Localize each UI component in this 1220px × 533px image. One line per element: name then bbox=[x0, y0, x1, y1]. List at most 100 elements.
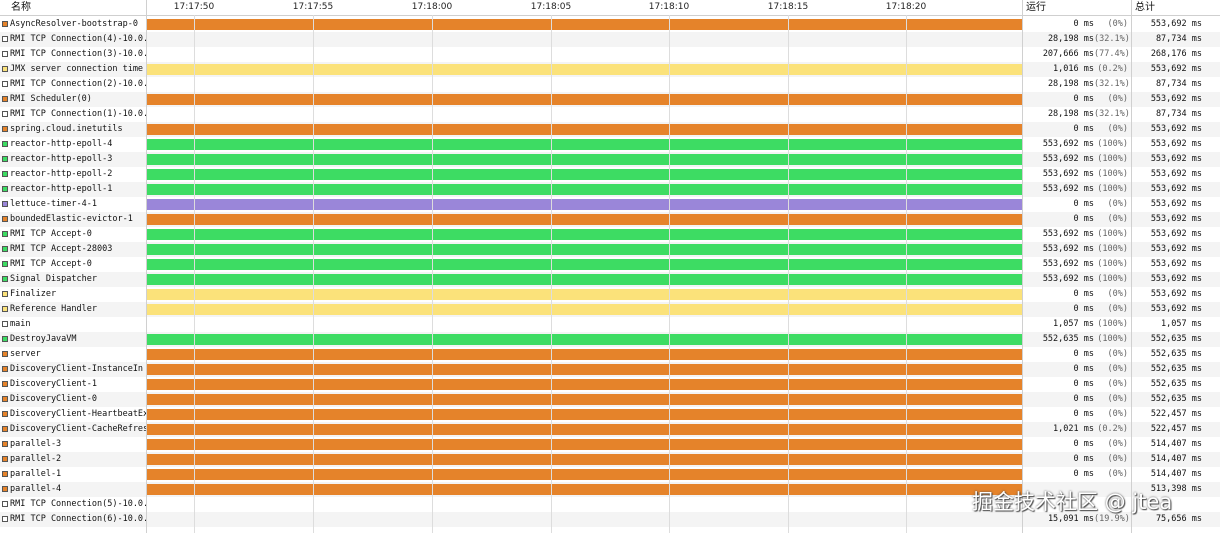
running-percent: (0%) bbox=[1107, 19, 1128, 29]
thread-name: RMI TCP Accept-0 bbox=[10, 259, 92, 269]
thread-row[interactable]: Reference Handler 0 ms (0%) 553,692 ms bbox=[0, 302, 1220, 317]
thread-row[interactable]: RMI TCP Accept-0 553,692 ms (100%) 553,692 … bbox=[0, 227, 1220, 242]
thread-row[interactable]: reactor-http-epoll-2 553,692 ms (100%) 553,… bbox=[0, 167, 1220, 182]
thread-state-swatch bbox=[2, 291, 8, 297]
thread-timeline-bar[interactable] bbox=[147, 169, 1022, 180]
thread-timeline-bar[interactable] bbox=[147, 499, 1022, 510]
thread-timeline-bar[interactable] bbox=[147, 349, 1022, 360]
thread-timeline-bar[interactable] bbox=[147, 289, 1022, 300]
thread-timeline-bar[interactable] bbox=[147, 409, 1022, 420]
thread-row[interactable]: main 1,057 ms (100%) 1,057 ms bbox=[0, 317, 1220, 332]
timeline-header: 17:17:50 17:17:55 17:18:00 17:18:05 17:1… bbox=[147, 0, 1022, 15]
thread-row[interactable]: RMI TCP Accept-28003 553,692 ms (100%) 553,… bbox=[0, 242, 1220, 257]
thread-state-swatch bbox=[2, 66, 8, 72]
thread-name: reactor-http-epoll-4 bbox=[10, 139, 113, 149]
running-percent: (0.2%) bbox=[1097, 424, 1128, 434]
thread-row[interactable]: lettuce-timer-4-1 0 ms (0%) 553,692 ms bbox=[0, 197, 1220, 212]
running-time: 28,198 ms bbox=[1047, 34, 1094, 44]
thread-timeline-bar[interactable] bbox=[147, 469, 1022, 480]
running-cell: 1,016 ms (0.2%) bbox=[1023, 62, 1131, 77]
thread-row[interactable]: boundedElastic-evictor-1 0 ms (0%) 553,692 … bbox=[0, 212, 1220, 227]
thread-row[interactable]: DiscoveryClient-1 0 ms (0%) 552,635 ms bbox=[0, 377, 1220, 392]
thread-row[interactable]: parallel-1 0 ms (0%) 514,407 ms bbox=[0, 467, 1220, 482]
thread-timeline-bar[interactable] bbox=[147, 319, 1022, 330]
running-cell: 553,692 ms (100%) bbox=[1023, 227, 1131, 242]
thread-timeline-bar[interactable] bbox=[147, 454, 1022, 465]
thread-timeline-bar[interactable] bbox=[147, 79, 1022, 90]
thread-timeline-bar[interactable] bbox=[147, 49, 1022, 60]
running-time: 0 ms bbox=[1073, 214, 1094, 224]
column-divider[interactable] bbox=[146, 0, 147, 533]
thread-timeline-bar[interactable] bbox=[147, 379, 1022, 390]
running-cell: 553,692 ms (100%) bbox=[1023, 152, 1131, 167]
thread-row[interactable]: DestroyJavaVM 552,635 ms (100%) 552,635 ms bbox=[0, 332, 1220, 347]
thread-timeline-bar[interactable] bbox=[147, 94, 1022, 105]
thread-timeline-bar[interactable] bbox=[147, 64, 1022, 75]
thread-name: server bbox=[10, 349, 41, 359]
running-percent: (32.1%) bbox=[1094, 34, 1130, 44]
total-time: 514,407 ms bbox=[1150, 469, 1202, 479]
thread-row[interactable]: RMI Scheduler(0) 0 ms (0%) 553,692 ms bbox=[0, 92, 1220, 107]
thread-state-swatch bbox=[2, 51, 8, 57]
thread-row[interactable]: RMI TCP Connection(3)-10.0. 207,666 ms(77… bbox=[0, 47, 1220, 62]
thread-timeline-bar[interactable] bbox=[147, 34, 1022, 45]
thread-timeline-bar[interactable] bbox=[147, 259, 1022, 270]
thread-timeline-bar[interactable] bbox=[147, 514, 1022, 525]
running-percent: (100%) bbox=[1097, 274, 1128, 284]
thread-row[interactable]: parallel-2 0 ms (0%) 514,407 ms bbox=[0, 452, 1220, 467]
thread-timeline-bar[interactable] bbox=[147, 229, 1022, 240]
thread-row[interactable]: server 0 ms (0%) 552,635 ms bbox=[0, 347, 1220, 362]
thread-row[interactable]: parallel-3 0 ms (0%) 514,407 ms bbox=[0, 437, 1220, 452]
column-divider[interactable] bbox=[1131, 0, 1132, 533]
thread-row[interactable]: RMI TCP Connection(1)-10.0. 28,198 ms(32.… bbox=[0, 107, 1220, 122]
thread-row[interactable]: Finalizer 0 ms (0%) 553,692 ms bbox=[0, 287, 1220, 302]
running-cell: 0 ms (0%) bbox=[1023, 212, 1131, 227]
thread-timeline-bar[interactable] bbox=[147, 244, 1022, 255]
thread-timeline-bar[interactable] bbox=[147, 154, 1022, 165]
time-tick: 17:17:50 bbox=[173, 2, 215, 12]
running-cell: 0 ms (0%) bbox=[1023, 347, 1131, 362]
column-header-name[interactable]: 名称 bbox=[8, 0, 146, 15]
thread-row[interactable]: spring.cloud.inetutils 0 ms (0%) 553,692 ms bbox=[0, 122, 1220, 137]
running-cell: 552,635 ms (100%) bbox=[1023, 332, 1131, 347]
thread-name: DiscoveryClient-1 bbox=[10, 379, 97, 389]
thread-row[interactable]: AsyncResolver-bootstrap-0 0 ms (0%) 553,692… bbox=[0, 17, 1220, 32]
running-percent: (0%) bbox=[1107, 439, 1128, 449]
thread-row[interactable]: reactor-http-epoll-1 553,692 ms (100%) 553,… bbox=[0, 182, 1220, 197]
thread-timeline-bar[interactable] bbox=[147, 184, 1022, 195]
thread-row[interactable]: Signal Dispatcher 553,692 ms (100%) 553,692… bbox=[0, 272, 1220, 287]
thread-timeline-bar[interactable] bbox=[147, 19, 1022, 30]
thread-row[interactable]: DiscoveryClient-HeartbeatEx 0 ms (0%) 522,4… bbox=[0, 407, 1220, 422]
thread-timeline-bar[interactable] bbox=[147, 109, 1022, 120]
thread-timeline-bar[interactable] bbox=[147, 424, 1022, 435]
thread-timeline-bar[interactable] bbox=[147, 139, 1022, 150]
column-divider[interactable] bbox=[1022, 0, 1023, 533]
thread-name: Signal Dispatcher bbox=[10, 274, 97, 284]
thread-timeline-bar[interactable] bbox=[147, 334, 1022, 345]
thread-state-swatch bbox=[2, 141, 8, 147]
thread-row[interactable]: JMX server connection time 1,016 ms (0.2%)… bbox=[0, 62, 1220, 77]
thread-row[interactable]: RMI TCP Accept-0 553,692 ms (100%) 553,692 … bbox=[0, 257, 1220, 272]
column-header-total[interactable]: 总计 bbox=[1132, 0, 1220, 15]
thread-row[interactable]: DiscoveryClient-InstanceIn 0 ms (0%) 552,63… bbox=[0, 362, 1220, 377]
total-time: 522,457 ms bbox=[1150, 409, 1202, 419]
thread-timeline-bar[interactable] bbox=[147, 124, 1022, 135]
thread-timeline-bar[interactable] bbox=[147, 214, 1022, 225]
thread-timeline-bar[interactable] bbox=[147, 304, 1022, 315]
column-header-running[interactable]: 运行 bbox=[1023, 0, 1131, 15]
thread-row[interactable]: DiscoveryClient-CacheRefres 1,021 ms (0.2%… bbox=[0, 422, 1220, 437]
thread-row[interactable]: RMI TCP Connection(4)-10.0. 28,198 ms(32.… bbox=[0, 32, 1220, 47]
thread-row[interactable]: DiscoveryClient-0 0 ms (0%) 552,635 ms bbox=[0, 392, 1220, 407]
thread-row[interactable]: reactor-http-epoll-3 553,692 ms (100%) 553,… bbox=[0, 152, 1220, 167]
thread-timeline-bar[interactable] bbox=[147, 364, 1022, 375]
thread-timeline-bar[interactable] bbox=[147, 199, 1022, 210]
thread-row[interactable]: reactor-http-epoll-4 553,692 ms (100%) 553,… bbox=[0, 137, 1220, 152]
running-time: 1,057 ms bbox=[1053, 319, 1094, 329]
thread-timeline-bar[interactable] bbox=[147, 394, 1022, 405]
thread-timeline-bar[interactable] bbox=[147, 439, 1022, 450]
thread-timeline-bar[interactable] bbox=[147, 484, 1022, 495]
thread-timeline-bar[interactable] bbox=[147, 274, 1022, 285]
thread-row[interactable]: RMI TCP Connection(2)-10.0. 28,198 ms(32.… bbox=[0, 77, 1220, 92]
running-percent: (0%) bbox=[1107, 364, 1128, 374]
running-percent: (0%) bbox=[1107, 379, 1128, 389]
